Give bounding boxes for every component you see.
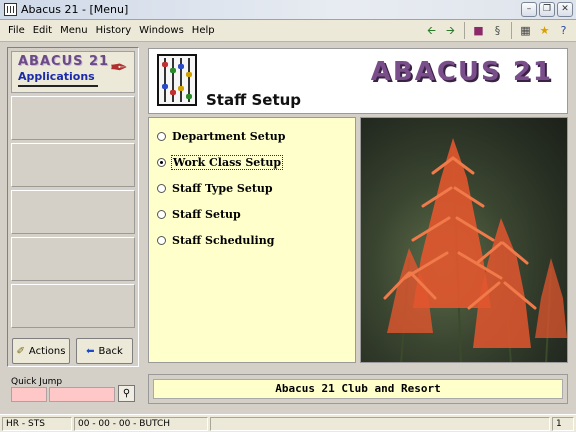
brand-logo: ABACUS 21: [370, 57, 553, 87]
option-label: Staff Scheduling: [172, 234, 275, 247]
status-bar: HR - STS 00 - 00 - 00 - BUTCH 1: [0, 414, 576, 432]
menu-help[interactable]: Help: [188, 20, 219, 41]
option-label: Work Class Setup: [170, 155, 284, 170]
window-title: Abacus 21 - [Menu]: [21, 3, 129, 16]
status-user: 00 - 00 - 00 - BUTCH: [74, 417, 208, 431]
menu-windows[interactable]: Windows: [135, 20, 188, 41]
back-arrow-icon: ⬅: [86, 345, 95, 357]
app-slot[interactable]: [11, 143, 135, 187]
logo-line1: ABACUS 21: [18, 54, 110, 69]
app-slot[interactable]: [11, 284, 135, 328]
toolbar-separator: [464, 22, 465, 39]
applications-sidebar: ABACUS 21 Applications ✒: [7, 47, 139, 367]
app-slot[interactable]: [11, 190, 135, 234]
aloe-flower-image: [383, 138, 567, 362]
applications-logo[interactable]: ABACUS 21 Applications ✒: [11, 51, 135, 93]
calculator-icon[interactable]: ▦: [517, 22, 534, 39]
status-message: [210, 417, 550, 431]
option-staff-type-setup[interactable]: Staff Type Setup: [157, 182, 273, 195]
minimize-icon[interactable]: –: [521, 2, 537, 17]
radio-button[interactable]: [157, 132, 166, 141]
option-label: Staff Setup: [172, 208, 241, 221]
menu-file[interactable]: File: [4, 20, 29, 41]
window-controls: – ❐ ✕: [521, 2, 573, 17]
status-page: 1: [552, 417, 574, 431]
actions-button[interactable]: ✐ Actions: [12, 338, 70, 364]
option-label: Staff Type Setup: [172, 182, 273, 195]
options-panel: Department Setup Work Class Setup Staff …: [148, 117, 356, 363]
option-work-class-setup[interactable]: Work Class Setup: [157, 155, 284, 170]
pencil-icon: ✐: [16, 345, 25, 357]
close-icon[interactable]: ✕: [557, 2, 573, 17]
note-icon[interactable]: §: [489, 22, 506, 39]
restore-icon[interactable]: ❐: [539, 2, 555, 17]
radio-button[interactable]: [157, 236, 166, 245]
quick-jump-field-1[interactable]: [11, 387, 47, 402]
abacus-icon: [157, 54, 197, 106]
app-slot[interactable]: [11, 96, 135, 140]
back-button[interactable]: ⬅ Back: [76, 338, 133, 364]
pen-icon: ✒: [109, 56, 128, 81]
abacus-app-icon: [4, 3, 17, 16]
menu-edit[interactable]: Edit: [29, 20, 56, 41]
page-title: Staff Setup: [206, 91, 302, 109]
menu-history[interactable]: History: [92, 20, 136, 41]
title-bar: Abacus 21 - [Menu] – ❐ ✕: [0, 0, 576, 20]
logo-underline: [18, 85, 98, 87]
radio-button-selected[interactable]: [157, 158, 166, 167]
menu-bar: File Edit Menu History Windows Help 🡨 🡪 …: [0, 20, 576, 42]
page-header: Staff Setup ABACUS 21: [148, 48, 568, 114]
run-icon[interactable]: ★: [536, 22, 553, 39]
option-department-setup[interactable]: Department Setup: [157, 130, 286, 143]
search-icon[interactable]: ⚲: [118, 385, 135, 402]
quick-jump-field-2[interactable]: [49, 387, 115, 402]
status-module: HR - STS: [2, 417, 72, 431]
back-label: Back: [98, 345, 123, 357]
radio-button[interactable]: [157, 184, 166, 193]
toolbar: 🡨 🡪 ■ § ▦ ★ ?: [423, 22, 572, 39]
radio-button[interactable]: [157, 210, 166, 219]
logo-line2: Applications: [18, 70, 95, 83]
option-label: Department Setup: [172, 130, 286, 143]
decorative-flower-photo: [360, 117, 568, 363]
club-name-banner: Abacus 21 Club and Resort: [153, 379, 563, 399]
option-staff-scheduling[interactable]: Staff Scheduling: [157, 234, 274, 247]
actions-label: Actions: [28, 345, 66, 357]
book-icon[interactable]: ■: [470, 22, 487, 39]
toolbar-separator: [511, 22, 512, 39]
menu-menu[interactable]: Menu: [56, 20, 91, 41]
footer-bar: Abacus 21 Club and Resort: [148, 374, 568, 404]
app-slot[interactable]: [11, 237, 135, 281]
quick-jump-label: Quick Jump: [11, 377, 63, 387]
back-arrow-icon[interactable]: 🡨: [423, 22, 440, 39]
help-icon[interactable]: ?: [555, 22, 572, 39]
option-staff-setup[interactable]: Staff Setup: [157, 208, 241, 221]
forward-arrow-icon[interactable]: 🡪: [442, 22, 459, 39]
